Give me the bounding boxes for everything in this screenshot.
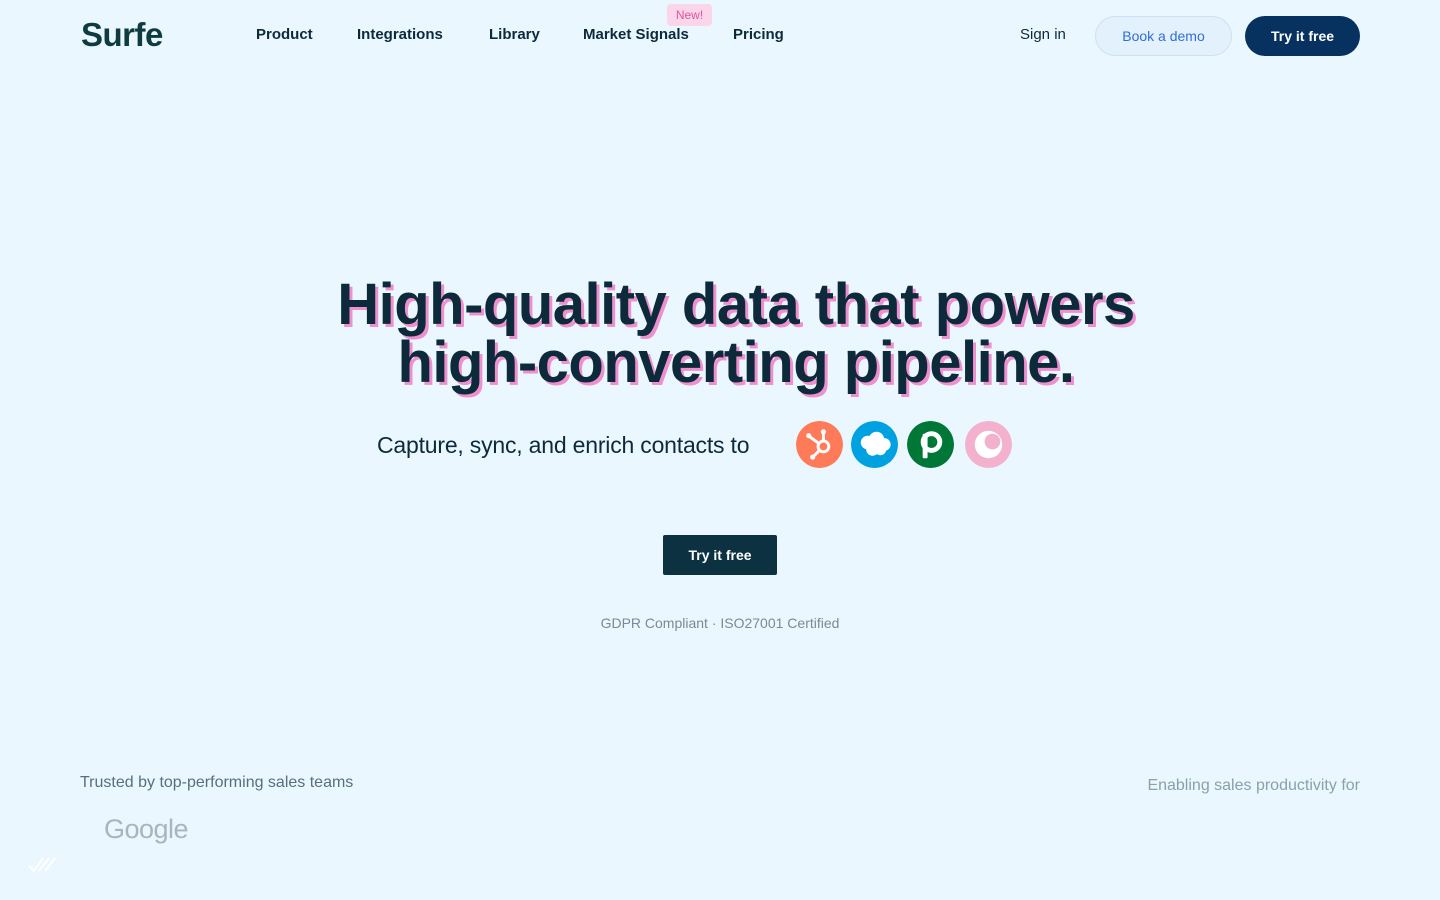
nav-library[interactable]: Library — [489, 26, 540, 43]
book-demo-button[interactable]: Book a demo — [1095, 16, 1232, 56]
enabling-productivity-heading: Enabling sales productivity for — [1147, 777, 1360, 794]
nav-integrations[interactable]: Integrations — [357, 26, 443, 43]
hubspot-icon — [796, 421, 843, 468]
compliance-text: GDPR Compliant · ISO27001 Certified — [600, 615, 840, 631]
surfe-logo[interactable]: Surfe — [81, 16, 163, 54]
try-it-free-hero-button[interactable]: Try it free — [663, 535, 777, 575]
nav-product[interactable]: Product — [256, 26, 313, 43]
nav-market-signals[interactable]: Market Signals — [583, 26, 689, 43]
hero-title-line-1: High-quality data that powers — [337, 272, 1135, 337]
try-it-free-nav-button[interactable]: Try it free — [1245, 16, 1360, 56]
pipedrive-icon — [907, 421, 954, 468]
salesforce-icon — [851, 421, 898, 468]
hero-title-line-2: high-converting pipeline. — [397, 330, 1075, 395]
trusted-by-heading: Trusted by top-performing sales teams — [80, 774, 354, 791]
hero-subtitle: Capture, sync, and enrich contacts to — [377, 432, 750, 458]
hero-title: High-quality data that powers high-conve… — [0, 276, 1440, 392]
google-logo: Google — [104, 814, 189, 844]
check-marks-icon — [28, 857, 56, 873]
landing-page: Surfe Product Integrations Library New! … — [0, 0, 1440, 900]
nav-pricing[interactable]: Pricing — [733, 26, 784, 43]
new-badge: New! — [667, 4, 712, 26]
sign-in-link[interactable]: Sign in — [1020, 26, 1066, 43]
copper-icon — [965, 421, 1012, 468]
